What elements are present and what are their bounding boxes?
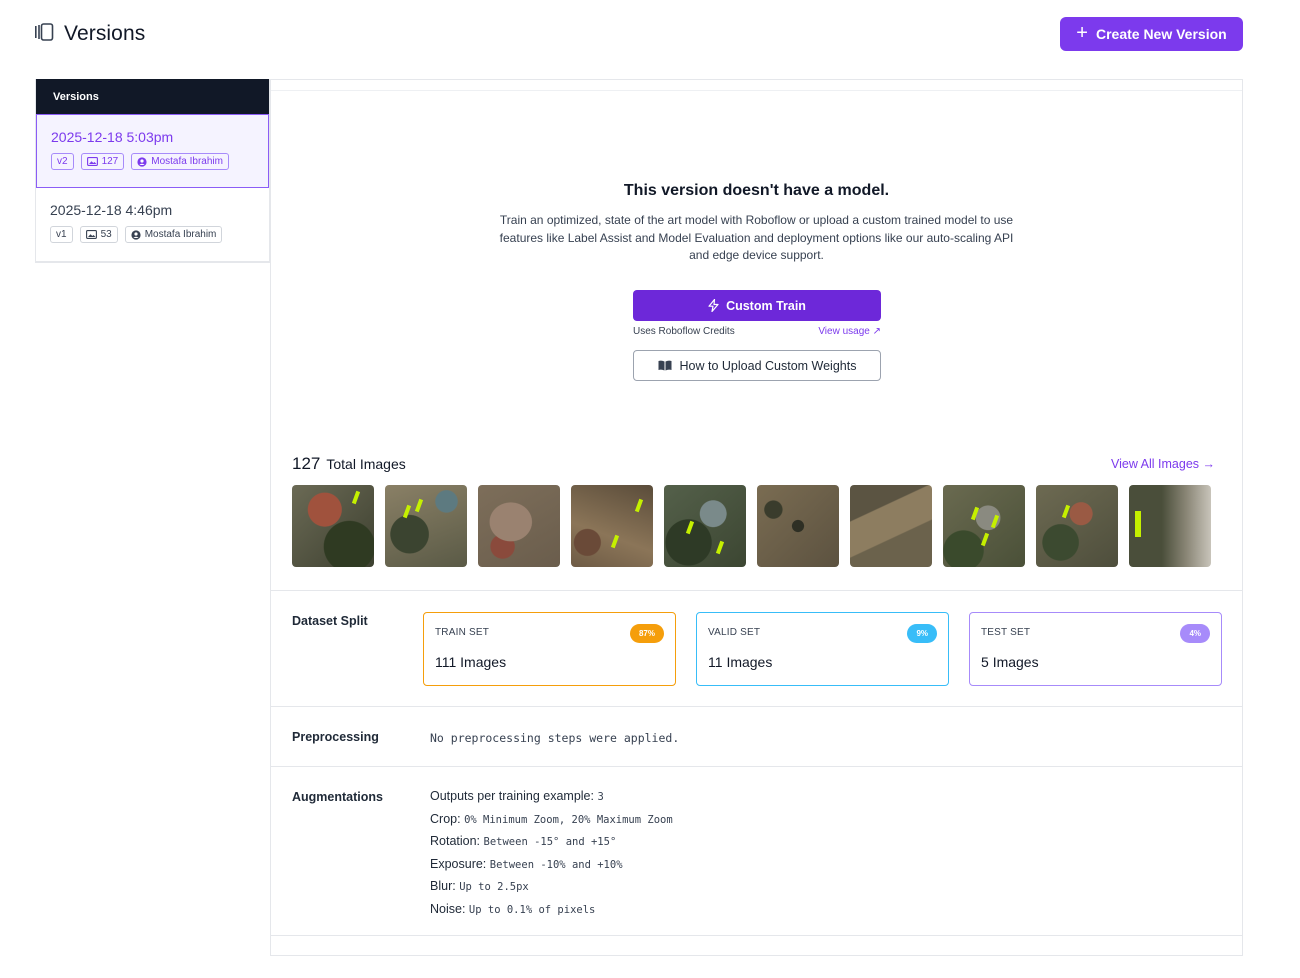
version-badge: v2 xyxy=(51,153,74,170)
image-thumbnail[interactable] xyxy=(571,485,653,567)
augmentation-name: Rotation: xyxy=(430,834,481,848)
image-thumbnail[interactable] xyxy=(385,485,467,567)
version-item-v2[interactable]: 2025-12-18 5:03pm v2 127 Mostafa Ibrahim xyxy=(36,114,269,188)
user-icon xyxy=(137,156,147,167)
valid-set-unit: Images xyxy=(726,654,773,670)
versions-sidebar: Versions 2025-12-18 5:03pm v2 127 Mostaf… xyxy=(35,79,270,263)
user-icon xyxy=(131,229,141,240)
divider xyxy=(271,590,1242,591)
image-count: 53 xyxy=(100,229,112,240)
image-count-badge: 53 xyxy=(79,226,118,243)
image-thumbnail[interactable] xyxy=(1129,485,1211,567)
view-all-images-link[interactable]: View All Images → xyxy=(1111,457,1215,471)
divider xyxy=(271,766,1242,767)
author-name: Mostafa Ibrahim xyxy=(151,156,223,167)
augmentation-name: Blur: xyxy=(430,879,456,893)
test-set-percent-badge: 4% xyxy=(1180,624,1210,643)
divider xyxy=(271,935,1242,936)
image-thumbnail[interactable] xyxy=(292,485,374,567)
author-badge: Mostafa Ibrahim xyxy=(131,153,229,170)
plus-icon: + xyxy=(1076,22,1088,44)
image-thumbnails xyxy=(292,485,1211,567)
divider xyxy=(271,90,1242,91)
augmentation-value: 3 xyxy=(597,791,604,803)
valid-set-title: VALID SET xyxy=(708,627,761,638)
image-count-badge: 127 xyxy=(80,153,125,170)
book-icon xyxy=(658,360,672,371)
version-badge: v1 xyxy=(50,226,73,243)
no-model-section: This version doesn't have a model. Train… xyxy=(271,182,1242,265)
custom-train-label: Custom Train xyxy=(726,298,806,313)
custom-train-button[interactable]: Custom Train xyxy=(633,290,881,321)
train-set-unit: Images xyxy=(460,654,507,670)
test-set-card[interactable]: TEST SET 4% 5 Images xyxy=(969,612,1222,686)
version-detail-panel: This version doesn't have a model. Train… xyxy=(270,79,1243,956)
image-count: 127 xyxy=(101,156,119,167)
image-thumbnail[interactable] xyxy=(850,485,932,567)
augmentations-label: Augmentations xyxy=(292,790,383,804)
no-model-heading: This version doesn't have a model. xyxy=(623,182,890,199)
augmentation-item: Outputs per training example: 3 xyxy=(430,786,673,809)
view-usage-link[interactable]: View usage ↗ xyxy=(818,326,881,337)
image-thumbnail[interactable] xyxy=(757,485,839,567)
credits-text: Uses Roboflow Credits xyxy=(633,326,735,337)
page-title: Versions xyxy=(64,22,146,45)
augmentation-name: Noise: xyxy=(430,901,466,916)
image-thumbnail[interactable] xyxy=(1036,485,1118,567)
train-set-count: 111 xyxy=(435,654,457,670)
total-images-count: 127 xyxy=(292,454,321,473)
augmentation-value: 0% Minimum Zoom, 20% Maximum Zoom xyxy=(464,813,673,826)
preprocessing-text: No preprocessing steps were applied. xyxy=(430,731,680,745)
valid-set-percent-badge: 9% xyxy=(907,624,937,643)
dataset-split-label: Dataset Split xyxy=(292,614,368,628)
image-icon xyxy=(85,230,97,239)
author-name: Mostafa Ibrahim xyxy=(144,229,217,240)
preprocessing-label: Preprocessing xyxy=(292,730,379,744)
versions-icon xyxy=(34,22,54,46)
train-set-percent-badge: 87% xyxy=(629,624,664,643)
version-item-v1[interactable]: 2025-12-18 4:46pm v1 53 Mostafa Ibrahim xyxy=(36,188,269,262)
augmentation-item: Blur: Up to 2.5px xyxy=(430,876,673,899)
augmentations-list: Outputs per training example: 3 Crop: 0%… xyxy=(430,786,673,921)
no-model-description: Train an optimized, state of the art mod… xyxy=(499,213,1014,262)
image-thumbnail[interactable] xyxy=(943,485,1025,567)
image-icon xyxy=(86,157,98,166)
sidebar-title: Versions xyxy=(36,79,269,114)
valid-set-count: 11 xyxy=(708,654,723,670)
upload-custom-weights-button[interactable]: How to Upload Custom Weights xyxy=(633,350,881,381)
version-date: 2025-12-18 5:03pm xyxy=(51,129,174,145)
image-thumbnail[interactable] xyxy=(664,485,746,567)
augmentation-value: Up to 2.5px xyxy=(459,881,529,893)
test-set-title: TEST SET xyxy=(981,627,1031,638)
augmentation-name: Crop: xyxy=(430,811,461,826)
lightning-icon xyxy=(708,299,719,312)
page-header: Versions xyxy=(34,18,145,50)
augmentation-name: Outputs per training example: xyxy=(430,789,594,803)
total-images-label: Total Images xyxy=(326,456,406,472)
augmentation-item: Exposure: Between -10% and +10% xyxy=(430,854,673,877)
upload-custom-weights-label: How to Upload Custom Weights xyxy=(679,358,857,373)
create-new-version-label: Create New Version xyxy=(1095,26,1227,42)
augmentation-item: Rotation: Between -15° and +15° xyxy=(430,831,673,854)
augmentation-value: Between -15° and +15° xyxy=(483,836,617,848)
credits-row: Uses Roboflow Credits View usage ↗ xyxy=(633,326,881,337)
augmentation-item: Noise: Up to 0.1% of pixels xyxy=(430,899,673,922)
valid-set-card[interactable]: VALID SET 9% 11 Images xyxy=(696,612,949,686)
test-set-unit: Images xyxy=(992,654,1039,670)
version-date: 2025-12-18 4:46pm xyxy=(50,202,173,218)
augmentation-value: Between -10% and +10% xyxy=(489,858,623,871)
test-set-count: 5 xyxy=(981,654,989,670)
train-set-card[interactable]: TRAIN SET 87% 111 Images xyxy=(423,612,676,686)
image-thumbnail[interactable] xyxy=(478,485,560,567)
divider xyxy=(271,706,1242,707)
augmentation-value: Up to 0.1% of pixels xyxy=(468,903,596,916)
author-badge: Mostafa Ibrahim xyxy=(124,226,223,243)
augmentation-name: Exposure: xyxy=(430,856,487,871)
augmentation-item: Crop: 0% Minimum Zoom, 20% Maximum Zoom xyxy=(430,809,673,832)
create-new-version-button[interactable]: + Create New Version xyxy=(1060,17,1243,51)
total-images-heading: 127 Total Images xyxy=(292,454,406,474)
